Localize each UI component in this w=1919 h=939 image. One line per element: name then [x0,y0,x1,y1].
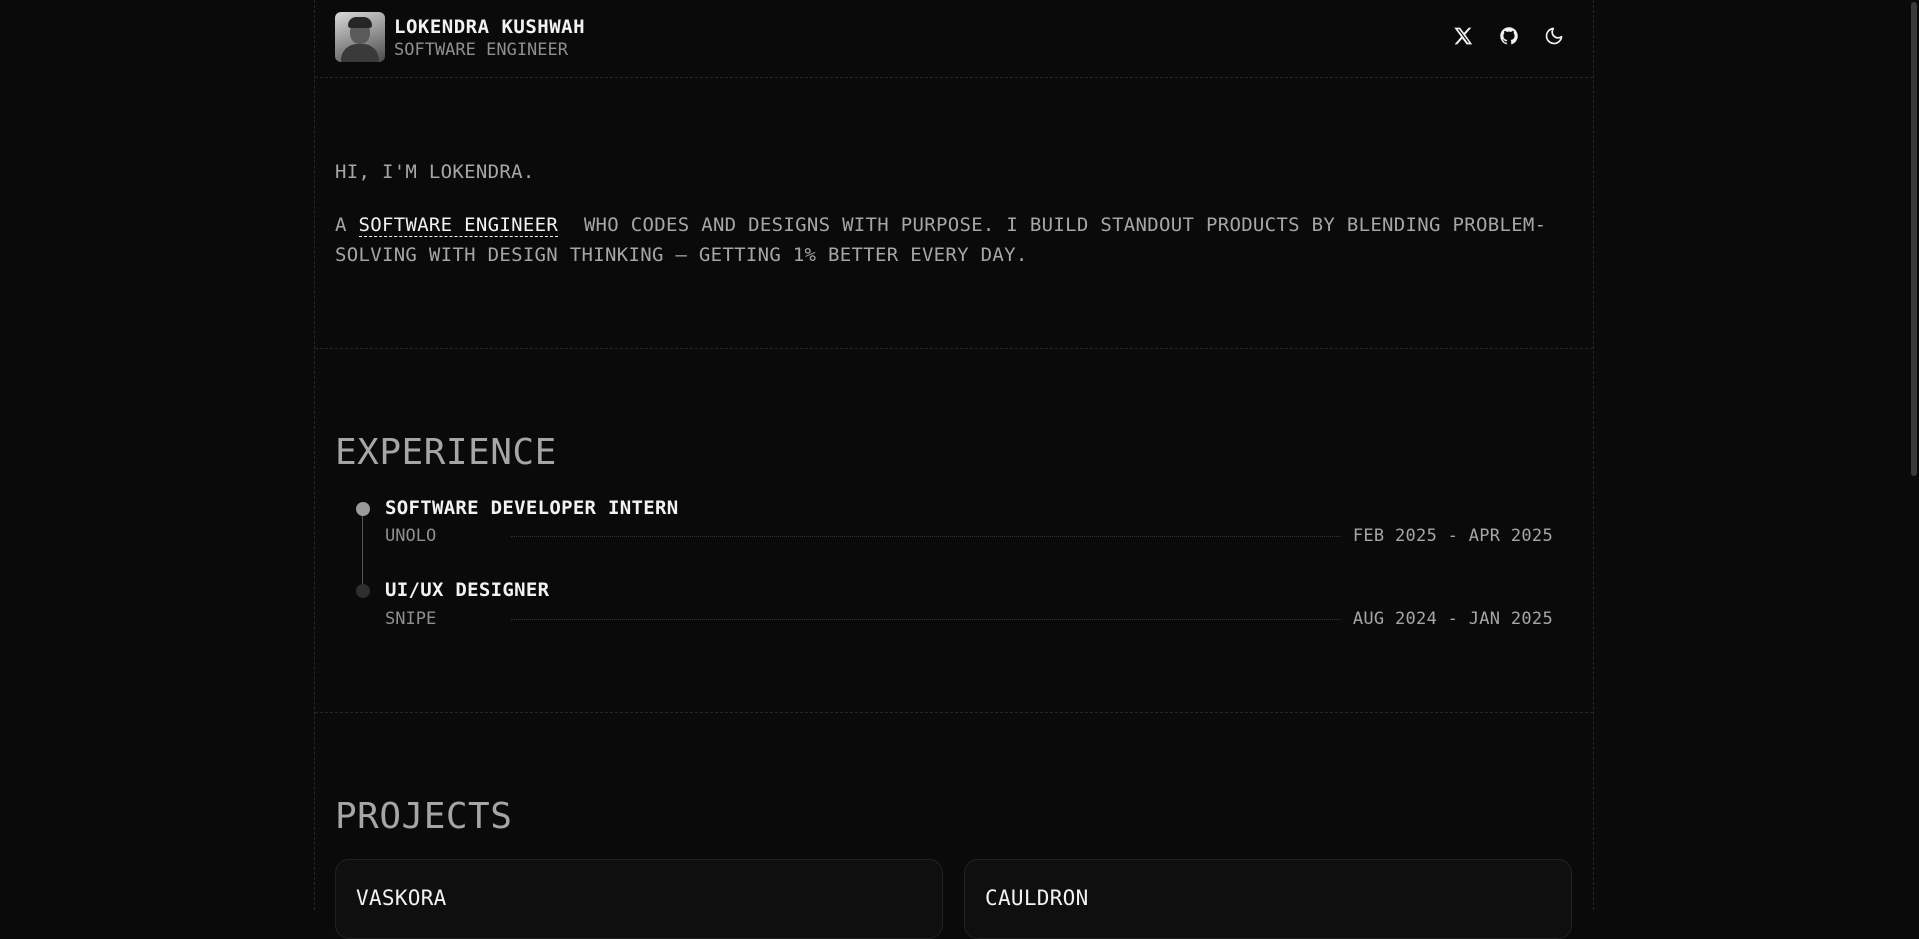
intro-prefix: A [335,214,347,236]
project-card-cauldron[interactable]: CAULDRON [964,859,1572,939]
scrollbar-thumb[interactable] [1911,2,1917,476]
project-card-vaskora[interactable]: VASKORA [335,859,943,939]
intro-text: A SOFTWARE ENGINEER WHO CODES AND DESIGN… [335,210,1575,270]
dotted-leader [511,619,1341,620]
timeline-dot-active [356,502,370,516]
company-name: SNIPE [385,609,437,629]
scrollbar-track[interactable] [1909,0,1919,910]
experience-heading: EXPERIENCE [335,432,557,473]
greeting: HI, I'M LOKENDRA. [335,161,535,183]
project-title: VASKORA [356,886,447,910]
moon-icon[interactable] [1542,24,1566,48]
timeline-dot-inactive [356,584,370,598]
site-header: LOKENDRA KUSHWAH SOFTWARE ENGINEER [315,0,1593,78]
job-title: UI/UX DESIGNER [385,579,550,601]
job-dates: AUG 2024 - JAN 2025 [1352,609,1553,629]
hero-section: HI, I'M LOKENDRA. A SOFTWARE ENGINEER WH… [315,78,1593,349]
project-title: CAULDRON [985,886,1089,910]
site-owner-name: LOKENDRA KUSHWAH [394,16,586,38]
timeline-line [362,509,363,591]
github-icon[interactable] [1497,24,1521,48]
job-title: SOFTWARE DEVELOPER INTERN [385,497,679,519]
software-engineer-link[interactable]: SOFTWARE ENGINEER [358,214,559,237]
dotted-leader [511,536,1341,537]
company-name: UNOLO [385,526,437,546]
site-owner-role: SOFTWARE ENGINEER [394,40,568,60]
projects-heading: PROJECTS [335,796,513,837]
avatar [335,12,385,62]
x-icon[interactable] [1451,24,1475,48]
projects-section: PROJECTS VASKORA CAULDRON [315,713,1593,939]
experience-section: EXPERIENCE SOFTWARE DEVELOPER INTERN UNO… [315,349,1593,713]
page-container: LOKENDRA KUSHWAH SOFTWARE ENGINEER HI, I… [314,0,1594,939]
job-dates: FEB 2025 - APR 2025 [1352,526,1553,546]
